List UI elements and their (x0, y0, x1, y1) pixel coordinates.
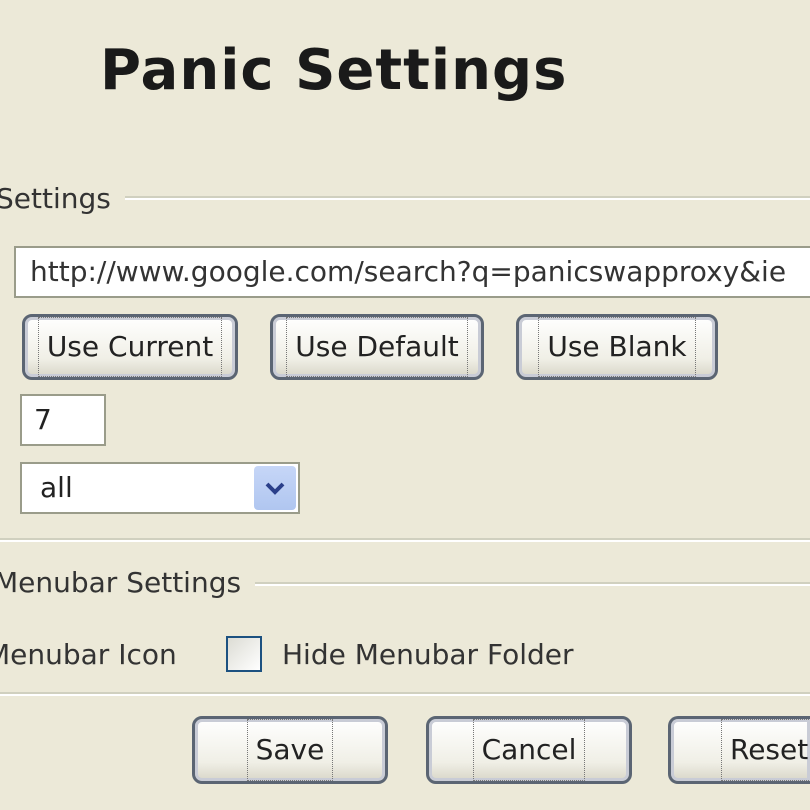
cancel-button[interactable]: Cancel (426, 716, 632, 784)
panic-settings-window: Panic Settings Settings http://www.googl… (0, 0, 810, 810)
footer-divider (0, 692, 810, 696)
use-default-label: Use Default (286, 317, 468, 377)
menubar-group-label: Menubar Settings (0, 566, 256, 599)
use-current-button[interactable]: Use Current (22, 314, 238, 380)
page-title: Panic Settings (100, 38, 568, 103)
use-current-label: Use Current (37, 317, 223, 377)
use-default-button[interactable]: Use Default (270, 314, 484, 380)
menubar-icon-label: Menubar Icon (0, 638, 177, 671)
scope-select-value: all (40, 471, 73, 504)
save-label: Save (246, 719, 334, 781)
save-button[interactable]: Save (192, 716, 388, 784)
reset-label: Reset (721, 719, 810, 781)
reset-button[interactable]: Reset (668, 716, 810, 784)
settings-group-label: Settings (0, 182, 125, 215)
cancel-label: Cancel (472, 719, 586, 781)
use-blank-button[interactable]: Use Blank (516, 314, 718, 380)
panic-url-field[interactable]: http://www.google.com/search?q=panicswap… (14, 246, 810, 298)
chevron-down-icon[interactable] (254, 466, 296, 510)
section-divider (0, 538, 810, 542)
scope-select[interactable]: all (20, 462, 300, 514)
use-blank-label: Use Blank (538, 317, 696, 377)
hide-menubar-folder-checkbox[interactable] (226, 636, 262, 672)
number-input[interactable]: 7 (20, 394, 106, 446)
hide-menubar-folder-label: Hide Menubar Folder (282, 638, 574, 671)
